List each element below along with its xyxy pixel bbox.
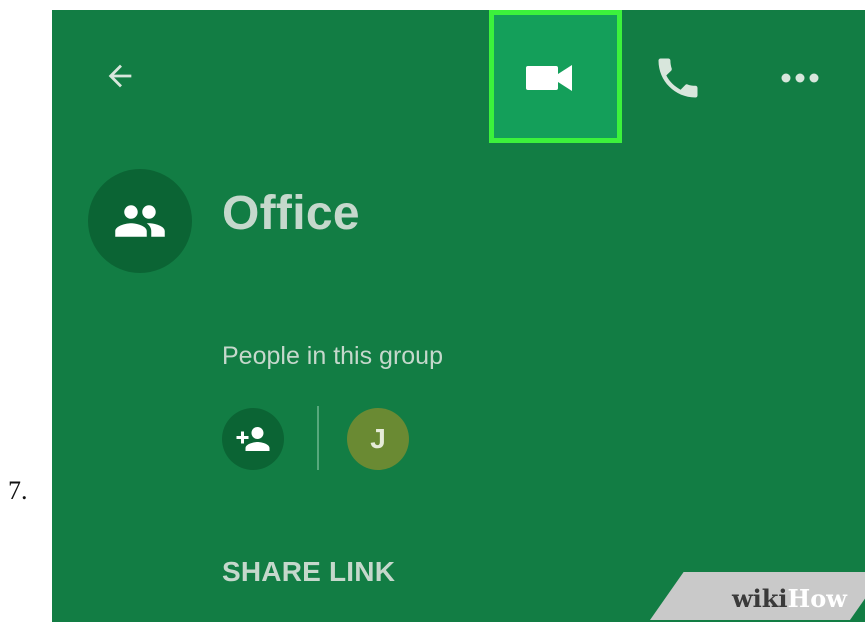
phone-icon (658, 58, 698, 98)
member-avatar[interactable]: J (347, 408, 409, 470)
share-link-button[interactable]: SHARE LINK (222, 556, 395, 588)
add-person-icon (236, 427, 270, 451)
video-call-button[interactable] (511, 50, 589, 106)
watermark-wiki: wiki (732, 584, 788, 613)
step-number: 7. (8, 476, 28, 505)
group-avatar (88, 169, 192, 273)
more-options-button[interactable] (772, 54, 828, 102)
people-section-label: People in this group (222, 342, 443, 370)
voice-call-button[interactable] (648, 48, 708, 108)
videocam-icon (526, 65, 572, 91)
app-screen: Office People in this group J SHARE LINK (52, 10, 865, 622)
add-person-button[interactable] (222, 408, 284, 470)
group-name: Office (222, 187, 360, 240)
back-button[interactable] (96, 52, 144, 100)
group-icon (115, 205, 165, 237)
arrow-left-icon (108, 64, 132, 88)
watermark-how: How (787, 584, 847, 613)
watermark-logo: wikiHow (732, 584, 847, 613)
people-divider (317, 406, 319, 470)
more-horizontal-icon (781, 73, 819, 83)
